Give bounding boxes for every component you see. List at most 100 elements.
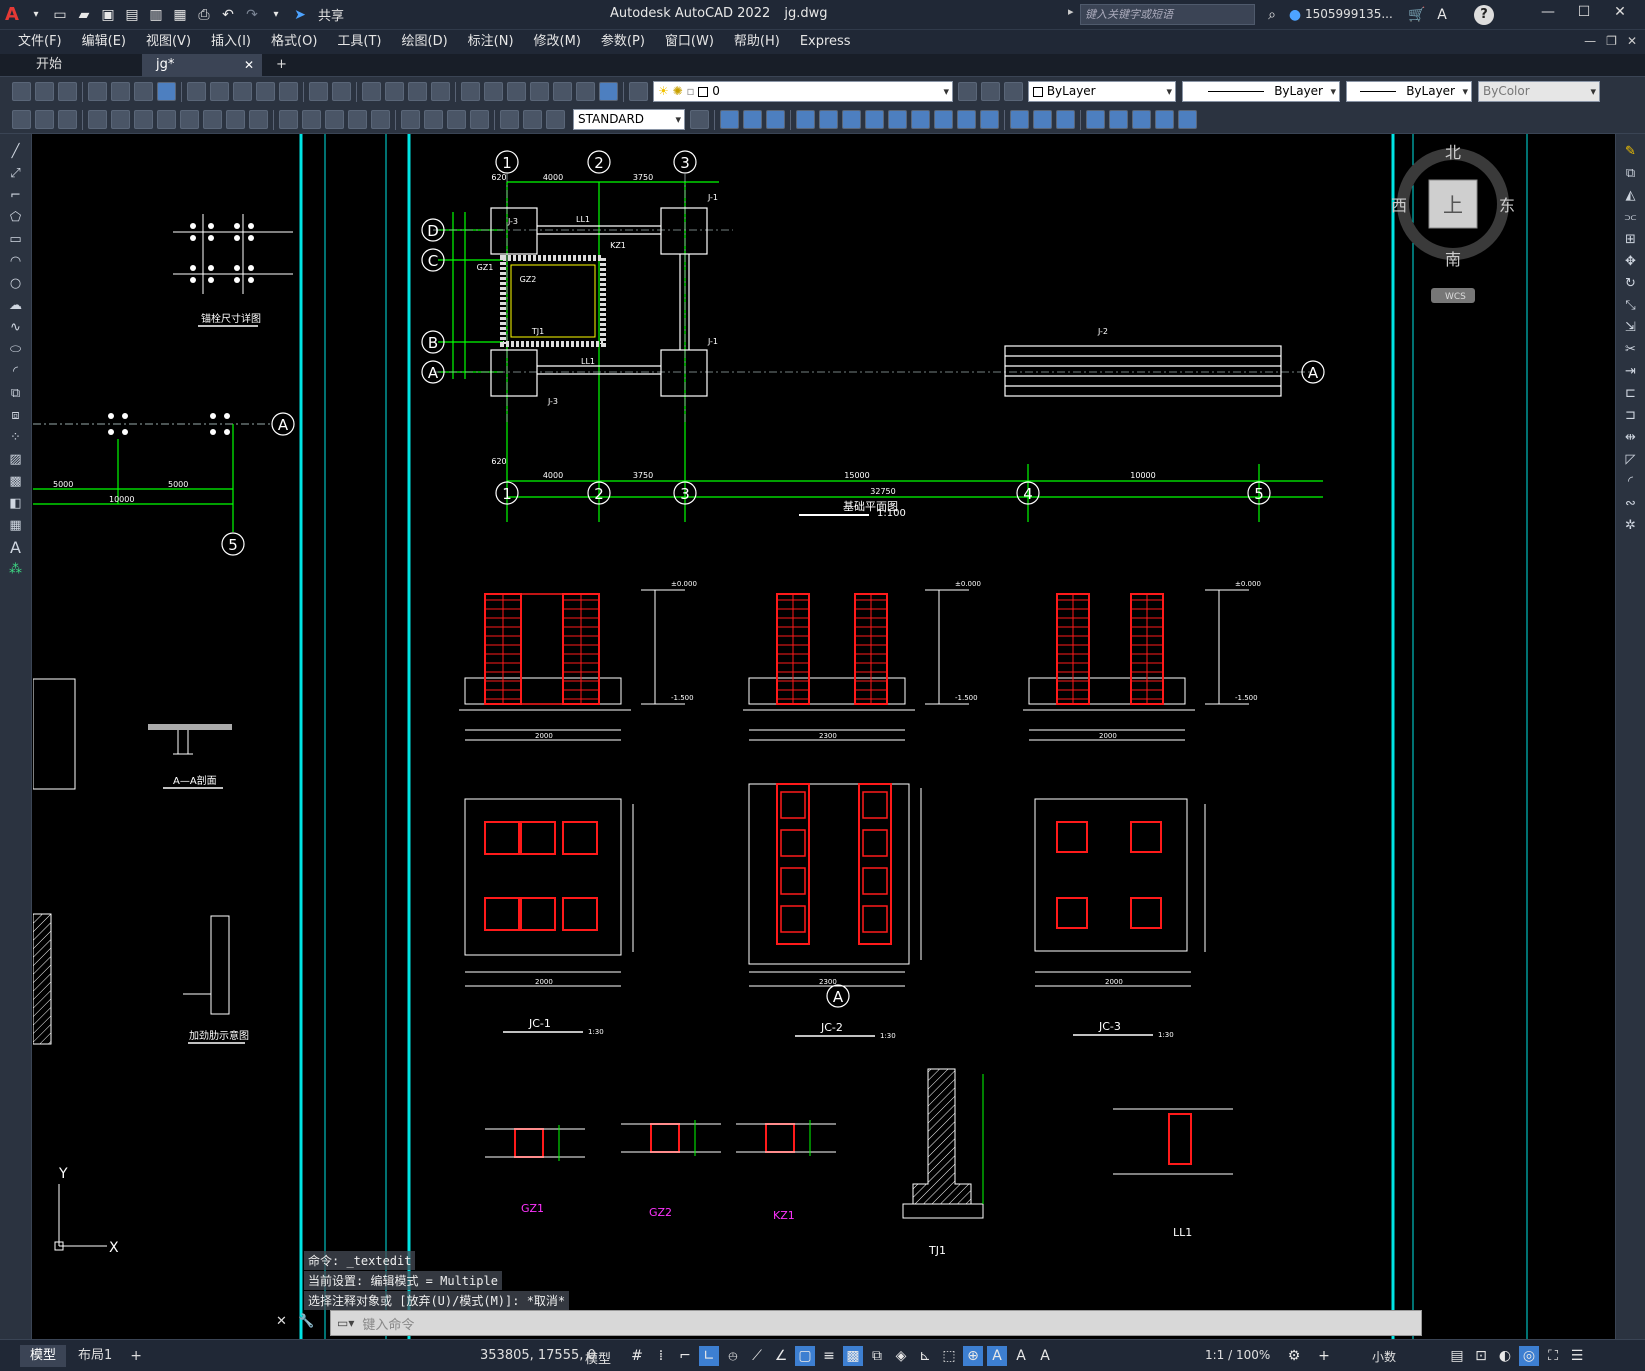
make-block-icon[interactable] <box>1109 110 1128 129</box>
isolate-objects-icon[interactable]: ◐ <box>1495 1346 1515 1366</box>
menu-tools[interactable]: 工具(T) <box>327 30 391 54</box>
transparency-icon[interactable]: ▩ <box>843 1346 863 1366</box>
close-icon[interactable]: ✕ <box>1602 4 1638 20</box>
print-icon[interactable]: ⎙ <box>194 5 214 25</box>
inspect-icon[interactable] <box>447 110 466 129</box>
trim-right-icon[interactable]: ✂ <box>1621 340 1641 358</box>
ortho-icon[interactable]: ∟ <box>699 1346 719 1366</box>
cart-icon[interactable]: 🛒 <box>1407 5 1427 25</box>
fillet-right-icon[interactable]: ◜ <box>1621 472 1641 490</box>
command-customize-icon[interactable]: 🔧 <box>298 1314 314 1329</box>
style-icon[interactable] <box>12 110 31 129</box>
quick-properties-icon[interactable]: ▤ <box>1447 1346 1467 1366</box>
break-right-icon[interactable]: ⊐ <box>1621 406 1641 424</box>
table-style-icon[interactable] <box>58 110 77 129</box>
open-icon[interactable] <box>35 82 54 101</box>
layer-properties-icon[interactable] <box>629 82 648 101</box>
clip-icon[interactable] <box>1178 110 1197 129</box>
rectangle-icon[interactable]: ▭ <box>6 230 26 248</box>
menu-help[interactable]: 帮助(H) <box>724 30 790 54</box>
make-current-icon[interactable] <box>958 82 977 101</box>
drawing-canvas[interactable]: 1 2 3 1 2 3 4 5 D C B A A A 5 A 620 4000 <box>33 134 1615 1339</box>
3d-publish-icon[interactable] <box>157 82 176 101</box>
drawing-svg[interactable]: 1 2 3 1 2 3 4 5 D C B A A A 5 A 620 4000 <box>33 134 1615 1339</box>
lock-ui-icon[interactable]: ⊡ <box>1471 1346 1491 1366</box>
explode-icon[interactable] <box>1056 110 1075 129</box>
gradient-icon[interactable]: ▩ <box>6 472 26 490</box>
move-icon[interactable] <box>842 110 861 129</box>
menu-express[interactable]: Express <box>790 30 861 54</box>
dim-jogged-icon[interactable] <box>203 110 222 129</box>
help-icon[interactable]: ? <box>1474 5 1494 25</box>
tab-drawing[interactable]: jg* ✕ <box>142 54 262 76</box>
lineweight-icon[interactable]: ≡ <box>819 1346 839 1366</box>
search-icon[interactable]: ⌕ <box>1262 5 1282 25</box>
color-dropdown[interactable]: ByLayer <box>1028 81 1176 102</box>
polar-icon[interactable]: ⦺ <box>723 1346 743 1366</box>
model-tab[interactable]: 模型 <box>20 1344 67 1367</box>
osnap-icon[interactable]: ▢ <box>795 1346 815 1366</box>
erase-icon[interactable] <box>720 110 739 129</box>
zoom-window-icon[interactable] <box>408 82 427 101</box>
coordinates-readout[interactable]: 353805, 17555, 0 <box>480 1348 596 1363</box>
qnew-icon[interactable] <box>12 82 31 101</box>
menu-draw[interactable]: 绘图(D) <box>392 30 458 54</box>
redo-toolbar-icon[interactable] <box>332 82 351 101</box>
web-mobile-icon[interactable]: ▦ <box>170 5 190 25</box>
properties-icon[interactable] <box>461 82 480 101</box>
add-scale-icon[interactable]: + <box>1314 1346 1334 1366</box>
help-toolbar-icon[interactable] <box>599 82 618 101</box>
center-mark-icon[interactable] <box>424 110 443 129</box>
customize-chevron-icon[interactable]: ▾ <box>266 5 286 25</box>
tab-close-icon[interactable]: ✕ <box>244 54 254 76</box>
osnap-tracking-icon[interactable]: ∠ <box>771 1346 791 1366</box>
copy-obj-icon[interactable] <box>743 110 762 129</box>
offset-right-icon[interactable]: ⫗ <box>1621 208 1641 226</box>
dim-arc-icon[interactable] <box>134 110 153 129</box>
dim-style-manager-icon[interactable] <box>690 110 709 129</box>
menu-file[interactable]: 文件(F) <box>8 30 72 54</box>
viewcube[interactable]: 上 北 南 东 西 WCS <box>1391 143 1515 303</box>
ellipse-icon[interactable]: ⬭ <box>6 340 26 358</box>
wcs-label[interactable]: WCS <box>1445 292 1466 302</box>
snap-icon[interactable]: ⁞ <box>651 1346 671 1366</box>
dim-baseline-icon[interactable] <box>302 110 321 129</box>
doc-minimize-icon[interactable]: — <box>1584 34 1596 48</box>
layer-previous-icon[interactable] <box>981 82 1000 101</box>
insert-block-left-icon[interactable]: ⧉ <box>6 384 26 402</box>
qsave-icon[interactable] <box>58 82 77 101</box>
command-prompt-icon[interactable]: ▭▾ <box>331 1316 354 1330</box>
dim-radius-icon[interactable] <box>180 110 199 129</box>
text-style-icon[interactable] <box>35 110 54 129</box>
rotate-right-icon[interactable]: ↻ <box>1621 274 1641 292</box>
chamfer-icon[interactable] <box>1010 110 1029 129</box>
dim-diameter-icon[interactable] <box>226 110 245 129</box>
annotation-scale-icon[interactable]: A <box>1035 1346 1055 1366</box>
lineweight-dropdown[interactable]: ByLayer <box>1346 81 1472 102</box>
dim-ordinate-icon[interactable] <box>157 110 176 129</box>
add-layout-icon[interactable]: + <box>124 1348 148 1364</box>
mtext-icon[interactable]: A <box>6 538 26 557</box>
extend-right-icon[interactable]: ⇥ <box>1621 362 1641 380</box>
explode-right-icon[interactable]: ✲ <box>1621 516 1641 534</box>
gizmo-icon[interactable]: ⊕ <box>963 1346 983 1366</box>
publish-toolbar-icon[interactable] <box>134 82 153 101</box>
zoom-previous-icon[interactable] <box>431 82 450 101</box>
insert-block-icon[interactable] <box>1086 110 1105 129</box>
linetype-dropdown[interactable]: ByLayer <box>1182 81 1340 102</box>
viewcube-top[interactable]: 上 <box>1443 193 1463 217</box>
dim-break-icon[interactable] <box>371 110 390 129</box>
autocad-logo-icon[interactable]: A <box>2 4 22 25</box>
viewcube-west[interactable]: 西 <box>1391 196 1407 215</box>
plotstyle-dropdown[interactable]: ByColor <box>1478 81 1600 102</box>
share-label[interactable]: 共享 <box>312 5 350 24</box>
doc-close-icon[interactable]: ✕ <box>1627 34 1637 48</box>
isodraft-icon[interactable]: ⟋ <box>747 1346 767 1366</box>
share-icon[interactable]: ➤ <box>290 5 310 25</box>
paste-icon[interactable] <box>233 82 252 101</box>
menu-chevron-icon[interactable]: ▾ <box>26 5 46 25</box>
tolerance-icon[interactable] <box>401 110 420 129</box>
break-point-icon[interactable]: ⊏ <box>1621 384 1641 402</box>
stretch-icon[interactable] <box>911 110 930 129</box>
mirror-icon[interactable] <box>766 110 785 129</box>
